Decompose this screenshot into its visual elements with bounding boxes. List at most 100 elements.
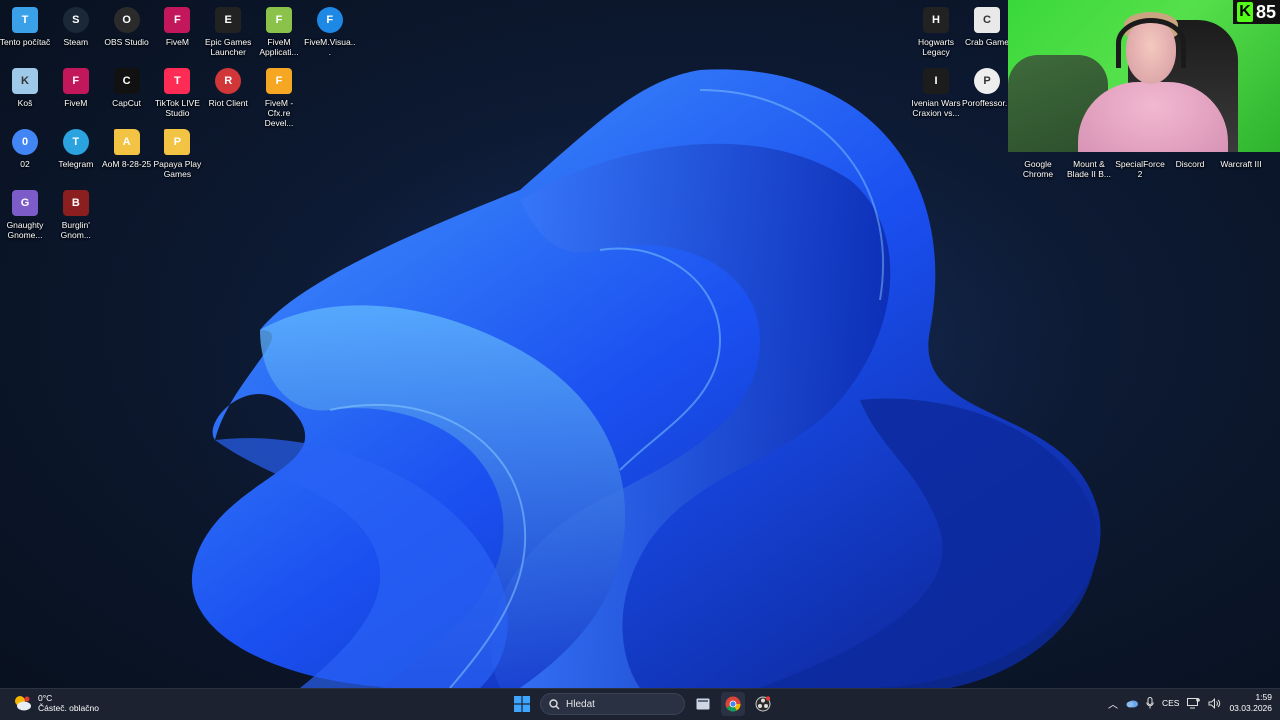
epic-games-icon: E xyxy=(215,7,242,33)
obs-icon xyxy=(755,696,771,712)
gnome-game-icon: G xyxy=(12,190,38,216)
desktop-icon-label: 02 xyxy=(20,159,30,169)
desktop-icon-label: Poroffessor... xyxy=(962,98,1012,108)
desktop-icon[interactable]: E Epic Games Launcher xyxy=(202,2,254,57)
taskbar-clock[interactable]: 1:59 03.03.2026 xyxy=(1229,692,1272,714)
desktop-icon[interactable]: A AoM 8-28-25 xyxy=(101,124,153,169)
desktop-icon[interactable]: P Papaya Play Games xyxy=(151,124,203,179)
desktop-icon[interactable]: T TikTok LIVE Studio xyxy=(151,63,203,118)
desktop-icon[interactable]: P Poroffessor... xyxy=(961,63,1013,108)
weather-widget[interactable]: 0°C Částeč. oblačno xyxy=(12,693,99,713)
chrome-icon: 0 xyxy=(12,129,38,155)
fivem-icon: F xyxy=(62,68,89,94)
desktop-icon[interactable]: O OBS Studio xyxy=(101,2,153,47)
desktop-icon[interactable]: T Tento počítač xyxy=(0,2,51,47)
weather-description: Částeč. oblačno xyxy=(38,703,99,713)
partly-cloudy-icon xyxy=(12,693,32,713)
desktop-icon[interactable]: DDiscord xyxy=(1164,124,1216,169)
desktop-icon-label: OBS Studio xyxy=(104,37,149,47)
taskbar-chrome[interactable] xyxy=(721,692,745,716)
telegram-icon: T xyxy=(62,129,89,155)
desktop-icon-label: Riot Client xyxy=(208,98,248,108)
desktop-icon-label: FiveM.Visua... xyxy=(304,37,356,57)
desktop-icon[interactable]: I Ivenian Wars Craxion vs... xyxy=(910,63,962,118)
cfx-icon: F xyxy=(266,68,292,94)
fivem-app-icon: F xyxy=(266,7,292,33)
taskbar-obs[interactable] xyxy=(751,692,775,716)
recycle-bin-icon: K xyxy=(12,68,38,94)
burglin-gnomes-icon: B xyxy=(62,190,89,216)
desktop-icon[interactable]: SSpecialForce2 xyxy=(1114,124,1166,179)
kick-logo-icon: K xyxy=(1236,2,1253,22)
desktop-icon-label: FiveM Applicati... xyxy=(259,37,299,57)
desktop-icon[interactable]: F FiveM xyxy=(50,63,102,108)
microphone-icon[interactable] xyxy=(1146,697,1154,709)
desktop-icon-label: Google Chrome xyxy=(1022,159,1054,179)
desktop-icon[interactable]: C CapCut xyxy=(101,63,153,108)
desktop-icon[interactable]: WWarcraft III xyxy=(1215,124,1267,169)
desktop-icon-label: Crab Game xyxy=(965,37,1009,47)
language-indicator[interactable]: CES xyxy=(1162,698,1179,708)
computer-icon: T xyxy=(12,7,38,33)
desktop-icon-label: FiveM xyxy=(64,98,88,108)
desktop-icon[interactable]: S Steam xyxy=(50,2,102,47)
ivenian-wars-icon: I xyxy=(923,68,949,94)
desktop-icon[interactable]: MMount & Blade II B... xyxy=(1063,124,1115,179)
desktop-icon-label: AoM 8-28-25 xyxy=(102,159,152,169)
search-icon xyxy=(549,698,560,709)
folder-icon: A xyxy=(113,129,140,155)
desktop-icon-label: FiveM xyxy=(165,37,189,47)
desktop-icon[interactable]: G Gnaughty Gnome... xyxy=(0,185,51,240)
taskbar-search[interactable]: Hledat xyxy=(540,693,685,715)
desktop-icon-label: Discord xyxy=(1175,159,1205,169)
onedrive-icon[interactable] xyxy=(1126,698,1138,708)
desktop-icon[interactable]: H Hogwarts Legacy xyxy=(910,2,962,57)
crab-game-icon: C xyxy=(974,7,1000,33)
desktop-icon[interactable]: F FiveM Applicati... xyxy=(253,2,305,57)
desktop-icon-label: Tento počítač xyxy=(0,37,51,47)
desktop-icon-label: Epic Games Launcher xyxy=(205,37,252,57)
desktop-icon[interactable]: T Telegram xyxy=(50,124,102,169)
desktop-icon-label: CapCut xyxy=(112,98,141,108)
edge-icon: F xyxy=(316,7,343,33)
viewer-count: 85 xyxy=(1255,1,1276,22)
desktop-icon[interactable]: F FiveM - Cfx.re Devel... xyxy=(253,63,305,128)
network-icon[interactable] xyxy=(1187,697,1201,709)
desktop-icon-label: SpecialForce2 xyxy=(1115,159,1165,179)
weather-temperature: 0°C xyxy=(38,693,53,703)
desktop-icon[interactable]: 0 02 xyxy=(0,124,51,169)
volume-icon[interactable] xyxy=(1208,697,1221,709)
chevron-up-icon[interactable]: ︿ xyxy=(1108,696,1118,711)
desktop-icon-label: Gnaughty Gnome... xyxy=(6,220,44,240)
desktop-icon-label: Papaya Play Games xyxy=(153,159,202,179)
desktop-icon[interactable]: C Crab Game xyxy=(961,2,1013,47)
kick-viewer-badge: K 85 xyxy=(1232,0,1280,24)
desktop-icon[interactable]: B Burglin' Gnom... xyxy=(50,185,102,240)
capcut-icon: C xyxy=(113,68,140,94)
desktop-icon[interactable]: F FiveM xyxy=(151,2,203,47)
taskbar-center: Hledat xyxy=(510,692,775,716)
system-tray: ︿ CES 1:59 03.03.2026 xyxy=(1108,692,1272,714)
desktop-icon-label: Koš xyxy=(17,98,33,108)
webcam-headset xyxy=(1116,18,1186,68)
chrome-icon xyxy=(725,696,741,712)
desktop-icon-label: Mount & Blade II B... xyxy=(1067,159,1111,179)
tiktok-icon: T xyxy=(164,68,191,94)
start-button[interactable] xyxy=(510,692,534,716)
fivem-icon: F xyxy=(164,7,191,33)
desktop-icon[interactable]: F FiveM.Visua... xyxy=(304,2,356,57)
task-view-button[interactable] xyxy=(691,692,715,716)
desktop-icon-label: Hogwarts Legacy xyxy=(918,37,954,57)
clock-date: 03.03.2026 xyxy=(1229,703,1272,713)
clock-time: 1:59 xyxy=(1255,692,1272,702)
desktop-icon-label: FiveM - Cfx.re Devel... xyxy=(264,98,294,128)
desktop-icon[interactable]: GGoogle Chrome xyxy=(1012,124,1064,179)
windows-logo-icon xyxy=(514,696,530,712)
hogwarts-icon: H xyxy=(923,7,949,33)
desktop-icon-label: Steam xyxy=(63,37,89,47)
desktop-icon[interactable]: R Riot Client xyxy=(202,63,254,108)
desktop-icon-label: Burglin' Gnom... xyxy=(60,220,91,240)
desktop-icon[interactable]: K Koš xyxy=(0,63,51,108)
search-placeholder: Hledat xyxy=(566,698,595,710)
desktop-icon-label: Telegram xyxy=(58,159,94,169)
